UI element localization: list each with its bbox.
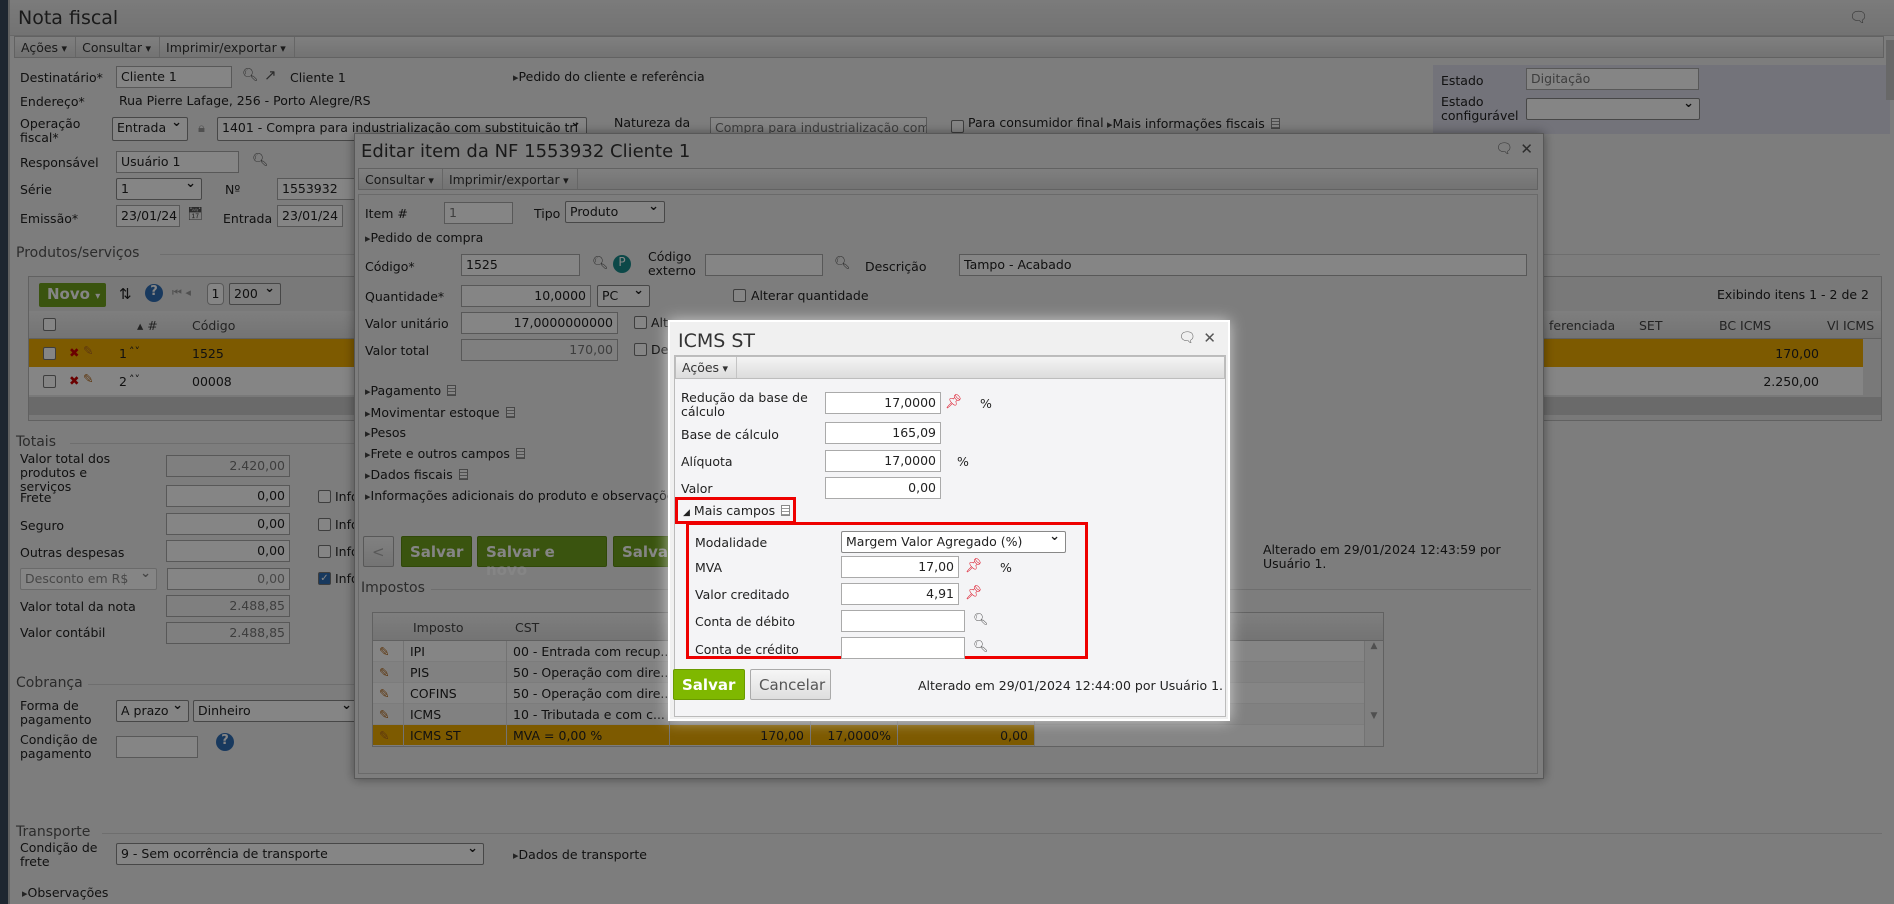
conta-credito-label: Conta de crédito xyxy=(695,642,799,657)
base-calculo-input[interactable]: 165,09 xyxy=(825,422,941,444)
modalidade-label: Modalidade xyxy=(695,535,768,550)
icms-alterado-text: Alterado em 29/01/2024 12:44:00 por Usuá… xyxy=(917,678,1223,693)
conta-debito-label: Conta de débito xyxy=(695,614,796,629)
mva-input[interactable]: 17,00 xyxy=(841,556,959,578)
pin-icon[interactable]: 📌︎ xyxy=(965,585,983,601)
aliquota-input[interactable]: 17,0000 xyxy=(825,450,941,472)
base-calculo-label: Base de cálculo xyxy=(681,427,779,442)
icms-body: Ações Redução da base de cálculo 17,0000… xyxy=(673,355,1226,717)
reducao-input[interactable]: 17,0000 xyxy=(825,392,941,414)
percent-label: % xyxy=(980,396,992,411)
menu-acoes[interactable]: Ações xyxy=(676,357,738,378)
document-icon xyxy=(781,505,791,516)
valor-label: Valor xyxy=(681,481,713,496)
search-icon[interactable]: 🔍︎ xyxy=(973,612,988,626)
percent-label: % xyxy=(1000,560,1012,575)
mva-label: MVA xyxy=(695,560,723,575)
pin-icon[interactable]: 📌︎ xyxy=(965,558,983,574)
icms-cancelar-button[interactable]: Cancelar xyxy=(750,669,831,700)
close-icon[interactable]: ✕ xyxy=(1203,329,1216,347)
dialog-title: ICMS ST xyxy=(678,330,756,352)
pin-icon[interactable]: 📌︎ xyxy=(945,394,963,410)
icms-salvar-button[interactable]: Salvar xyxy=(673,669,745,700)
modalidade-select[interactable]: Margem Valor Agregado (%) xyxy=(841,531,1066,553)
reducao-label: Redução da base de cálculo xyxy=(681,390,808,419)
conta-debito-input[interactable] xyxy=(841,610,965,632)
icms-toolbar: Ações xyxy=(675,356,1225,379)
valor-creditado-label: Valor creditado xyxy=(695,587,790,602)
percent-label: % xyxy=(957,454,969,469)
comment-icon[interactable]: 🗨 xyxy=(1178,330,1196,346)
valor-input[interactable]: 0,00 xyxy=(825,477,941,499)
icms-st-dialog: ICMS ST 🗨 ✕ Ações Redução da base de cál… xyxy=(668,320,1230,721)
conta-credito-input[interactable] xyxy=(841,637,965,659)
valor-creditado-input[interactable]: 4,91 xyxy=(841,583,959,605)
search-icon[interactable]: 🔍︎ xyxy=(973,639,988,653)
aliquota-label: Alíquota xyxy=(681,454,733,469)
mais-campos-toggle[interactable]: ◢ Mais campos xyxy=(683,504,791,520)
